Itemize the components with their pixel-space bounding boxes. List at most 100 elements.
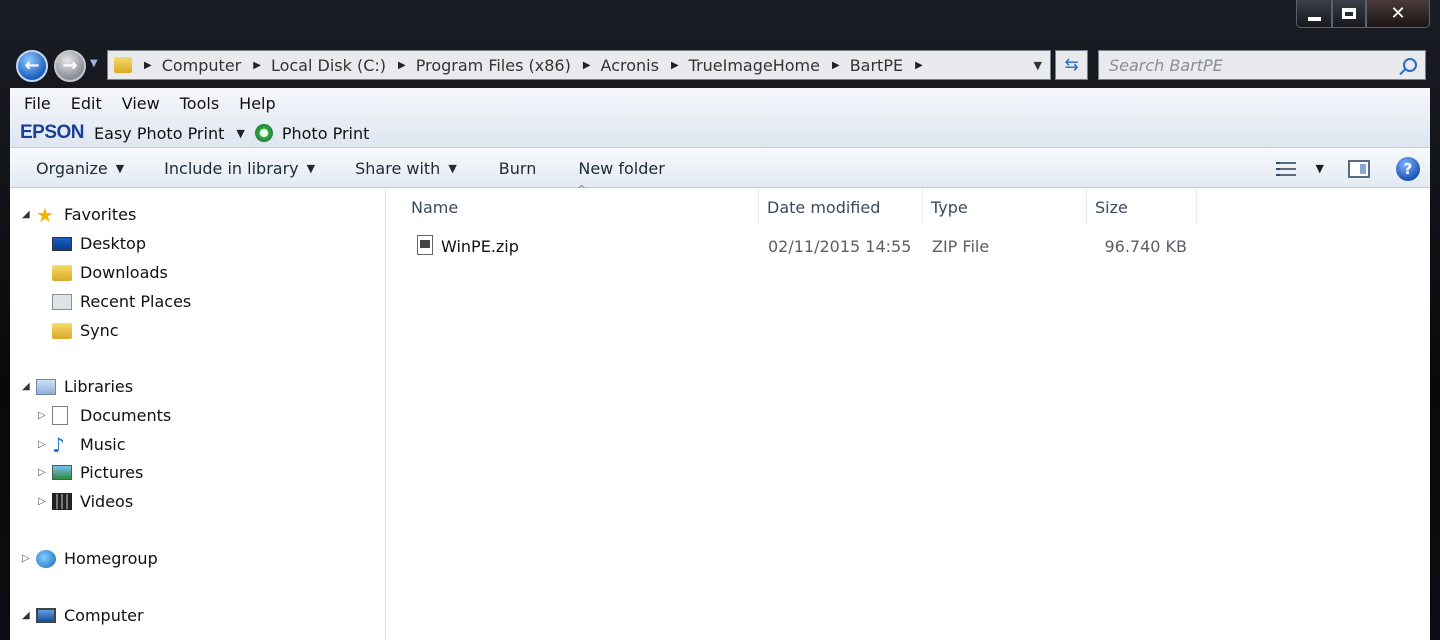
easy-photo-print-button[interactable]: Easy Photo Print xyxy=(94,124,224,143)
menu-edit[interactable]: Edit xyxy=(71,94,102,113)
recent-pages-dropdown[interactable]: ▼ xyxy=(90,58,98,69)
preview-pane-icon[interactable] xyxy=(1348,159,1370,178)
documents-icon xyxy=(52,406,68,425)
new-folder-button[interactable]: New folder xyxy=(578,159,664,178)
nav-music-label: Music xyxy=(80,435,126,454)
maximize-button[interactable] xyxy=(1332,0,1366,28)
breadcrumb-separator[interactable]: ▶ xyxy=(671,60,679,71)
nav-libraries-label: Libraries xyxy=(64,377,134,396)
nav-sync-label: Sync xyxy=(80,321,119,340)
nav-homegroup[interactable]: ▷ Homegroup xyxy=(22,549,158,568)
nav-desktop[interactable]: Desktop xyxy=(52,234,146,253)
expand-arrow-icon[interactable]: ▷ xyxy=(38,439,52,450)
column-header-type[interactable]: Type xyxy=(923,189,1087,225)
nav-documents[interactable]: ▷ Documents xyxy=(38,406,171,425)
chevron-down-icon: ▼ xyxy=(306,161,316,175)
expand-arrow-icon[interactable]: ▷ xyxy=(38,467,52,478)
breadcrumb-separator[interactable]: ▶ xyxy=(583,60,591,71)
menu-tools[interactable]: Tools xyxy=(180,94,219,113)
explorer-panel: File Edit View Tools Help EPSON Easy Pho… xyxy=(10,88,1430,640)
menu-help[interactable]: Help xyxy=(239,94,275,113)
breadcrumb-trueimagehome[interactable]: TrueImageHome xyxy=(689,56,820,75)
music-note-icon: ♪ xyxy=(52,432,65,457)
breadcrumb-separator[interactable]: ▶ xyxy=(144,60,152,71)
epson-logo: EPSON xyxy=(20,122,85,143)
breadcrumb-separator[interactable]: ▶ xyxy=(253,60,261,71)
breadcrumb-program-files[interactable]: Program Files (x86) xyxy=(416,56,571,75)
expand-arrow-icon[interactable]: ▷ xyxy=(38,410,52,421)
file-date-modified: 02/11/2015 14:55 xyxy=(768,237,912,256)
organize-button[interactable]: Organize ▼ xyxy=(36,159,124,178)
nav-favorites-label: Favorites xyxy=(64,205,137,224)
share-with-label: Share with xyxy=(355,158,441,178)
search-icon[interactable] xyxy=(1403,58,1417,72)
nav-libraries[interactable]: ◢ Libraries xyxy=(22,377,133,396)
address-history-dropdown[interactable]: ▼ xyxy=(1034,59,1042,72)
file-name: WinPE.zip xyxy=(441,237,519,256)
breadcrumb-computer[interactable]: Computer xyxy=(162,56,242,75)
window-frame: ✕ ← → ▼ ▶ Computer ▶ Local Disk (C:) ▶ P… xyxy=(0,0,1440,640)
nav-recent-places-label: Recent Places xyxy=(80,292,192,311)
column-header-size[interactable]: Size xyxy=(1087,189,1197,225)
collapse-arrow-icon[interactable]: ◢ xyxy=(22,610,36,621)
expand-arrow-icon[interactable]: ▷ xyxy=(38,496,52,507)
close-icon: ✕ xyxy=(1390,2,1406,24)
nav-downloads[interactable]: Downloads xyxy=(52,263,168,282)
address-bar[interactable]: ▶ Computer ▶ Local Disk (C:) ▶ Program F… xyxy=(107,50,1051,80)
help-icon[interactable]: ? xyxy=(1396,156,1420,181)
nav-recent-places[interactable]: Recent Places xyxy=(52,292,191,311)
minimize-button[interactable] xyxy=(1296,0,1332,28)
minimize-icon xyxy=(1307,16,1321,21)
nav-documents-label: Documents xyxy=(80,406,172,425)
column-header-name[interactable]: Name xyxy=(403,189,759,225)
downloads-folder-icon xyxy=(52,264,72,281)
back-button[interactable]: ← xyxy=(16,50,48,82)
burn-button[interactable]: Burn xyxy=(499,159,537,178)
close-button[interactable]: ✕ xyxy=(1366,0,1430,28)
nav-favorites[interactable]: ◢ ★ Favorites xyxy=(22,205,137,225)
recent-places-icon xyxy=(52,293,72,310)
column-header-date-modified[interactable]: Date modified xyxy=(759,189,923,225)
file-row[interactable]: WinPE.zip 02/11/2015 14:55 ZIP File 96.7… xyxy=(387,229,1207,265)
nav-computer[interactable]: ◢ Computer xyxy=(22,606,144,625)
menu-view[interactable]: View xyxy=(122,94,160,113)
refresh-icon: ⇆ xyxy=(1064,55,1079,75)
file-type: ZIP File xyxy=(932,237,990,256)
file-size: 96.740 KB xyxy=(1104,237,1187,256)
nav-homegroup-label: Homegroup xyxy=(64,549,158,568)
maximize-icon xyxy=(1342,8,1356,19)
photo-print-button[interactable]: Photo Print xyxy=(282,124,370,143)
menu-file[interactable]: File xyxy=(24,94,51,113)
forward-arrow-icon: → xyxy=(62,55,78,76)
include-in-library-button[interactable]: Include in library ▼ xyxy=(164,159,315,178)
breadcrumb-acronis[interactable]: Acronis xyxy=(601,56,659,75)
nav-pictures-label: Pictures xyxy=(80,463,144,482)
zip-file-icon xyxy=(417,235,433,255)
view-options-dropdown[interactable]: ▼ xyxy=(1316,162,1324,175)
change-view-icon[interactable] xyxy=(1275,161,1296,176)
nav-sync[interactable]: Sync xyxy=(52,321,119,340)
window-controls: ✕ xyxy=(1296,0,1430,30)
easy-photo-print-dropdown[interactable]: ▼ xyxy=(236,127,244,140)
breadcrumb-separator[interactable]: ▶ xyxy=(832,60,840,71)
nav-pictures[interactable]: ▷ Pictures xyxy=(38,463,143,482)
folder-icon xyxy=(114,57,132,73)
search-input[interactable] xyxy=(1099,55,1379,75)
forward-button[interactable]: → xyxy=(54,50,86,82)
breadcrumb-separator[interactable]: ▶ xyxy=(398,60,406,71)
view-controls: ▼ ? xyxy=(1275,149,1430,188)
breadcrumb-separator[interactable]: ▶ xyxy=(915,60,923,71)
breadcrumb-bartpe[interactable]: BartPE xyxy=(850,56,903,75)
photo-print-icon xyxy=(254,124,273,142)
breadcrumb-local-disk[interactable]: Local Disk (C:) xyxy=(271,56,386,75)
collapse-arrow-icon[interactable]: ◢ xyxy=(22,209,36,220)
refresh-button[interactable]: ⇆ xyxy=(1055,50,1088,80)
expand-arrow-icon[interactable]: ▷ xyxy=(22,553,36,564)
nav-music[interactable]: ▷ ♪ Music xyxy=(38,432,126,457)
nav-videos-label: Videos xyxy=(80,492,134,511)
collapse-arrow-icon[interactable]: ◢ xyxy=(22,381,36,392)
libraries-icon xyxy=(36,378,56,395)
nav-videos[interactable]: ▷ Videos xyxy=(38,492,133,511)
nav-desktop-label: Desktop xyxy=(80,234,146,253)
share-with-button[interactable]: Share with ▼ xyxy=(355,159,457,178)
